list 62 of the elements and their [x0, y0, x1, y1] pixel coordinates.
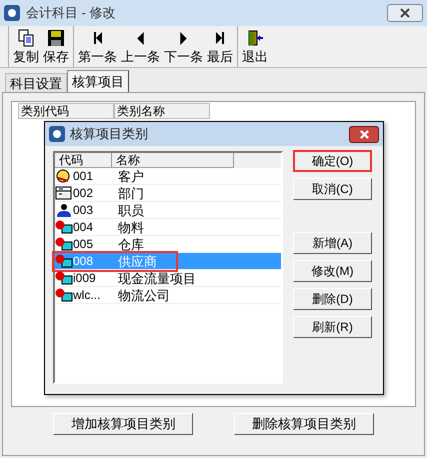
code-cell: 008: [73, 254, 94, 268]
ball-cube-icon: [55, 254, 73, 268]
column-header: 类别代码: [18, 103, 114, 119]
dialog-button[interactable]: 取消(C): [293, 178, 372, 200]
code-cell: 003: [73, 203, 94, 217]
door-exit-icon: [246, 29, 264, 47]
name-cell-text: 客户: [117, 168, 144, 184]
list-row[interactable]: 004 物料: [55, 219, 281, 236]
list-row[interactable]: wlc... 物流公司: [55, 287, 281, 304]
column-header: 代码: [55, 153, 112, 168]
action-button[interactable]: 增加核算项目类别: [53, 413, 194, 435]
close-icon: [360, 130, 368, 138]
ball-cube-icon: [55, 237, 73, 251]
window-title: 会计科目 - 修改: [26, 4, 117, 22]
tab[interactable]: 核算项目: [67, 70, 129, 92]
app-icon: [49, 126, 65, 142]
name-cell-text: 部门: [117, 186, 144, 200]
cabinet-icon: [55, 186, 73, 200]
dialog-button[interactable]: 确定(O): [293, 150, 372, 172]
code-cell: 004: [73, 220, 94, 234]
tab[interactable]: 科目设置: [5, 73, 67, 92]
name-cell-text: 供应商: [117, 254, 157, 268]
ball-cube-icon: [55, 288, 73, 302]
close-icon: [400, 8, 410, 18]
name-cell-text: 职员: [117, 202, 144, 218]
triangle-left-icon: [137, 32, 144, 44]
code-cell: 005: [73, 237, 94, 251]
dialog-button[interactable]: 删除(D): [293, 288, 372, 310]
code-cell: 002: [73, 186, 94, 200]
code-cell: 001: [73, 169, 94, 183]
dialog-button[interactable]: 新增(A): [293, 232, 372, 254]
list-row[interactable]: 003 职员: [55, 202, 281, 219]
list-row[interactable]: i009 现金流量项目: [55, 270, 281, 287]
toolbar-button[interactable]: 保存: [41, 26, 71, 67]
dialog-button[interactable]: 修改(M): [293, 260, 372, 282]
column-header: 类别名称: [114, 103, 210, 119]
toolbar-button[interactable]: 最后: [205, 26, 235, 67]
ball-cube-icon: [55, 271, 73, 285]
toolbar-button[interactable]: 退出: [240, 26, 270, 67]
code-cell: wlc...: [73, 288, 100, 302]
code-cell: i009: [73, 271, 96, 285]
list-row[interactable]: 002 部门: [55, 185, 281, 202]
ball-cube-icon: [55, 220, 73, 234]
dialog-button[interactable]: 刷新(R): [293, 316, 372, 338]
name-cell-text: 物流公司: [117, 288, 170, 302]
toolbar-button[interactable]: 复制: [11, 26, 41, 67]
column-header: 名称: [112, 153, 234, 168]
dialog-title: 核算项目类别: [70, 125, 149, 144]
action-button[interactable]: 删除核算项目类别: [234, 413, 374, 435]
triangle-right-icon: [180, 32, 187, 44]
close-button[interactable]: [387, 4, 423, 22]
person-icon: [55, 203, 73, 217]
name-cell-text: 物料: [117, 220, 144, 234]
toolbar-button[interactable]: 第一条: [76, 26, 119, 67]
name-cell-text: 现金流量项目: [117, 270, 196, 286]
name-cell-text: 仓库: [117, 236, 144, 252]
app-icon: [4, 5, 20, 21]
close-button[interactable]: [349, 126, 379, 142]
copy-icon: [17, 29, 35, 47]
list-row[interactable]: 001 客户: [55, 168, 281, 185]
toolbar-button[interactable]: 下一条: [162, 26, 205, 67]
toolbar-button[interactable]: 上一条: [119, 26, 162, 67]
